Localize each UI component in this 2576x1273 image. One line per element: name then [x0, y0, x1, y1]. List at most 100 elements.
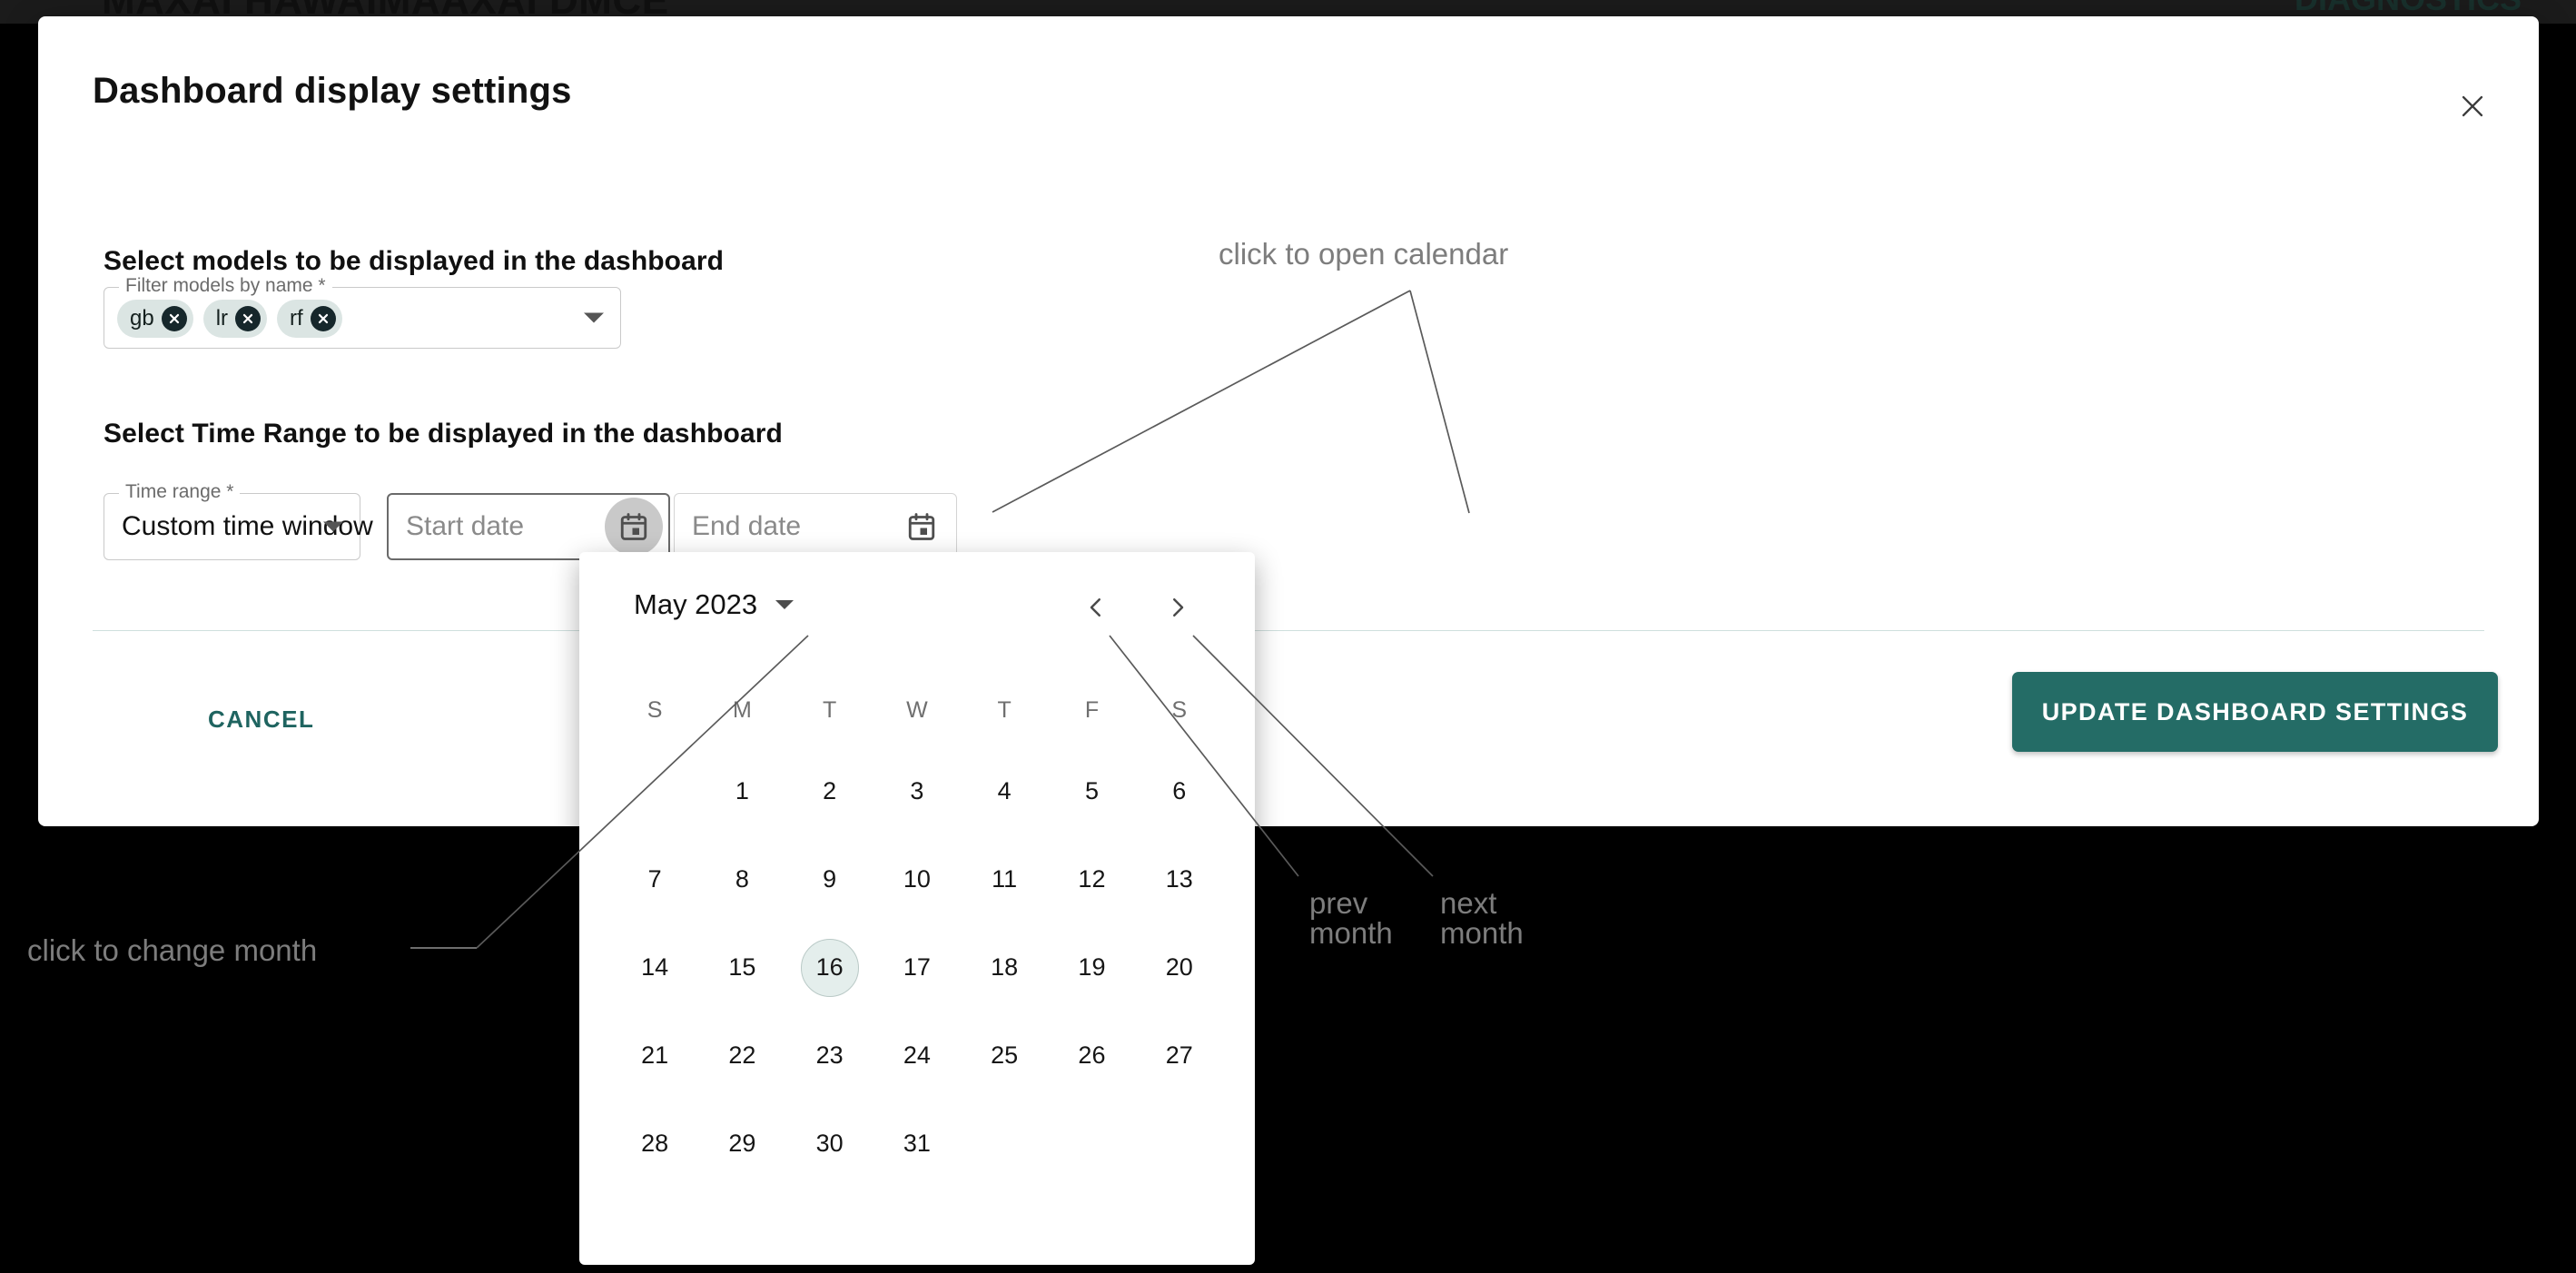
- calendar-cell: 7: [611, 835, 698, 923]
- calendar-cell: 25: [961, 1011, 1048, 1100]
- calendar-icon[interactable]: [893, 498, 951, 556]
- footer-divider: [93, 630, 2484, 631]
- time-range-legend: Time range *: [119, 481, 241, 502]
- chevron-down-icon[interactable]: [323, 521, 343, 532]
- calendar-cell: 5: [1048, 747, 1135, 835]
- calendar-day-27[interactable]: 27: [1151, 1028, 1208, 1084]
- dialog-title: Dashboard display settings: [93, 71, 572, 111]
- calendar-cell: 31: [873, 1100, 961, 1188]
- calendar-cell: 22: [698, 1011, 785, 1100]
- calendar-cell: 23: [786, 1011, 873, 1100]
- chevron-down-icon[interactable]: [584, 312, 604, 323]
- calendar-day-10[interactable]: 10: [889, 852, 945, 908]
- calendar-cell: 27: [1136, 1011, 1223, 1100]
- filter-models-select[interactable]: Filter models by name * gb lr rf: [104, 276, 621, 349]
- calendar-cell: 4: [961, 747, 1048, 835]
- calendar-day-6[interactable]: 6: [1151, 764, 1208, 820]
- calendar-day-23[interactable]: 23: [802, 1028, 858, 1084]
- calendar-cell: 1: [698, 747, 785, 835]
- calendar-cell: 10: [873, 835, 961, 923]
- annotation-open-calendar: click to open calendar: [1219, 237, 1509, 271]
- close-icon[interactable]: [2444, 78, 2501, 134]
- calendar-weekday-0: S: [646, 697, 663, 723]
- calendar-cell: 13: [1136, 835, 1223, 923]
- required-marker: *: [318, 275, 326, 296]
- calendar-weekday-1: M: [732, 697, 752, 723]
- calendar-day-30[interactable]: 30: [802, 1116, 858, 1172]
- calendar-day-18[interactable]: 18: [976, 940, 1032, 996]
- chip-label: gb: [130, 306, 154, 331]
- calendar-cell-empty: [611, 747, 698, 835]
- chevron-down-icon[interactable]: [775, 600, 795, 609]
- calendar-day-5[interactable]: 5: [1063, 764, 1120, 820]
- timerange-section-heading: Select Time Range to be displayed in the…: [104, 419, 783, 449]
- calendar-day-28[interactable]: 28: [627, 1116, 683, 1172]
- calendar-icon[interactable]: [605, 498, 663, 556]
- cancel-circle-icon[interactable]: [161, 306, 187, 331]
- calendar-day-22[interactable]: 22: [714, 1028, 770, 1084]
- models-section-heading: Select models to be displayed in the das…: [104, 246, 725, 276]
- calendar-day-2[interactable]: 2: [802, 764, 858, 820]
- calendar-weekday-header: SMTWTFS: [611, 697, 1223, 724]
- filter-models-legend: Filter models by name *: [119, 276, 332, 295]
- calendar-day-17[interactable]: 17: [889, 940, 945, 996]
- chevron-left-icon[interactable]: [1070, 581, 1122, 634]
- calendar-cell: 11: [961, 835, 1048, 923]
- dashboard-display-settings-dialog: Dashboard display settings Select models…: [38, 16, 2539, 826]
- background-nav-fragment: DIAGNOSTICS: [2295, 0, 2522, 18]
- calendar-cell: 20: [1136, 923, 1223, 1011]
- calendar-day-13[interactable]: 13: [1151, 852, 1208, 908]
- end-date-input[interactable]: End date: [674, 493, 957, 560]
- calendar-header: May 2023: [579, 552, 1255, 652]
- calendar-day-7[interactable]: 7: [627, 852, 683, 908]
- calendar-day-4[interactable]: 4: [976, 764, 1032, 820]
- start-date-placeholder: Start date: [406, 511, 525, 541]
- calendar-day-8[interactable]: 8: [714, 852, 770, 908]
- required-marker: *: [226, 481, 234, 502]
- calendar-day-20[interactable]: 20: [1151, 940, 1208, 996]
- filter-models-legend-text: Filter models by name: [125, 275, 313, 296]
- annotation-next-month: next month: [1440, 886, 1524, 950]
- end-date-placeholder: End date: [692, 511, 802, 541]
- calendar-day-25[interactable]: 25: [976, 1028, 1032, 1084]
- model-chip-lr[interactable]: lr: [202, 300, 268, 338]
- calendar-day-24[interactable]: 24: [889, 1028, 945, 1084]
- chip-label: rf: [290, 306, 303, 331]
- cancel-circle-icon[interactable]: [235, 306, 262, 331]
- cancel-circle-icon[interactable]: [310, 306, 336, 331]
- model-chip-rf[interactable]: rf: [277, 300, 342, 338]
- calendar-cell: 17: [873, 923, 961, 1011]
- calendar-weekday-3: W: [906, 697, 928, 723]
- calendar-day-31[interactable]: 31: [889, 1116, 945, 1172]
- calendar-day-26[interactable]: 26: [1063, 1028, 1120, 1084]
- calendar-day-9[interactable]: 9: [802, 852, 858, 908]
- calendar-day-21[interactable]: 21: [627, 1028, 683, 1084]
- calendar-cell: 12: [1048, 835, 1135, 923]
- annotation-prev-month: prev month: [1309, 886, 1393, 950]
- chevron-right-icon[interactable]: [1151, 581, 1204, 634]
- time-range-legend-text: Time range: [125, 481, 222, 502]
- calendar-day-15[interactable]: 15: [714, 940, 770, 996]
- calendar-day-1[interactable]: 1: [714, 764, 770, 820]
- annotation-change-month: click to change month: [27, 933, 318, 967]
- calendar-day-11[interactable]: 11: [976, 852, 1032, 908]
- calendar-day-29[interactable]: 29: [714, 1116, 770, 1172]
- calendar-cell: 9: [786, 835, 873, 923]
- time-range-select[interactable]: Time range * Custom time window: [104, 482, 373, 560]
- calendar-cell: 14: [611, 923, 698, 1011]
- calendar-cell: 8: [698, 835, 785, 923]
- calendar-day-19[interactable]: 19: [1063, 940, 1120, 996]
- calendar-month-switcher[interactable]: May 2023: [634, 588, 795, 621]
- calendar-weekday-4: T: [997, 697, 1012, 723]
- start-date-input[interactable]: Start date: [387, 493, 670, 560]
- cancel-button[interactable]: CANCEL: [188, 693, 334, 746]
- calendar-cell: 26: [1048, 1011, 1135, 1100]
- calendar-cell: 19: [1048, 923, 1135, 1011]
- calendar-day-12[interactable]: 12: [1063, 852, 1120, 908]
- model-chip-gb[interactable]: gb: [117, 300, 193, 338]
- calendar-day-3[interactable]: 3: [889, 764, 945, 820]
- calendar-cell: 15: [698, 923, 785, 1011]
- calendar-day-14[interactable]: 14: [627, 940, 683, 996]
- update-dashboard-settings-button[interactable]: UPDATE DASHBOARD SETTINGS: [2012, 672, 2498, 752]
- calendar-day-16[interactable]: 16: [800, 938, 859, 997]
